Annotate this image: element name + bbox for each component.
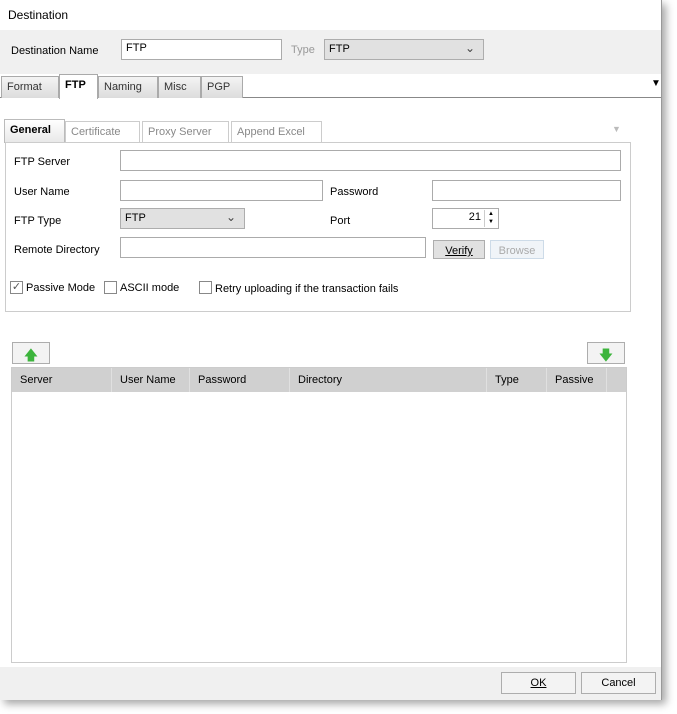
subtab-proxy-server[interactable]: Proxy Server xyxy=(142,121,229,142)
user-name-input[interactable] xyxy=(120,180,323,201)
chevron-down-icon: ⌄ xyxy=(225,210,236,224)
column-directory[interactable]: Directory xyxy=(290,368,487,392)
cancel-label: Cancel xyxy=(601,677,636,689)
passive-mode-checkbox[interactable]: ✓ xyxy=(10,281,23,294)
subtab-append-excel[interactable]: Append Excel xyxy=(231,121,322,142)
destination-dialog: Destination Destination Name FTP Type FT… xyxy=(0,0,662,700)
ascii-mode-checkbox[interactable] xyxy=(104,281,117,294)
column-user-name[interactable]: User Name xyxy=(112,368,190,392)
ok-label: OK xyxy=(530,677,547,689)
grid-header: Server User Name Password Directory Type… xyxy=(12,368,626,392)
header-bar: Destination Name FTP Type FTP ⌄ xyxy=(0,30,661,74)
chevron-down-icon: ⌄ xyxy=(464,41,475,55)
ftp-type-value: FTP xyxy=(125,212,146,224)
main-tabs: Format FTP Naming Misc PGP ▼ xyxy=(0,74,661,99)
green-up-arrow-icon: 🡅 xyxy=(23,347,39,363)
ftp-type-label: FTP Type xyxy=(14,215,62,227)
user-name-label: User Name xyxy=(14,186,70,198)
tab-naming[interactable]: Naming xyxy=(98,76,158,98)
tab-format[interactable]: Format xyxy=(1,76,59,98)
port-spin-arrows-icon[interactable]: ▲ ▼ xyxy=(484,210,497,227)
port-label: Port xyxy=(330,215,351,227)
browse-button[interactable]: Browse xyxy=(490,240,544,259)
ok-button[interactable]: OK xyxy=(501,672,576,694)
tab-overflow-arrow-icon[interactable]: ▼ xyxy=(651,78,661,89)
retry-upload-label: Retry uploading if the transaction fails xyxy=(215,283,399,295)
remote-directory-label: Remote Directory xyxy=(14,244,100,256)
move-up-button[interactable]: 🡅 xyxy=(12,342,50,364)
subtab-general[interactable]: General xyxy=(4,119,65,143)
passive-mode-label: Passive Mode xyxy=(26,282,96,294)
subtab-overflow-arrow-icon[interactable]: ▼ xyxy=(612,124,621,134)
tab-pgp[interactable]: PGP xyxy=(201,76,243,98)
cancel-button[interactable]: Cancel xyxy=(581,672,656,694)
tab-misc[interactable]: Misc xyxy=(158,76,201,98)
column-server[interactable]: Server xyxy=(12,368,112,392)
retry-upload-checkbox[interactable] xyxy=(199,281,212,294)
subtab-certificate[interactable]: Certificate xyxy=(65,121,140,142)
ascii-mode-label: ASCII mode xyxy=(120,282,180,294)
column-passive[interactable]: Passive xyxy=(547,368,607,392)
remote-directory-input[interactable] xyxy=(120,237,426,258)
dialog-footer: OK Cancel xyxy=(0,667,661,700)
password-label: Password xyxy=(330,186,379,198)
tab-ftp[interactable]: FTP xyxy=(59,74,98,99)
type-label: Type xyxy=(291,44,315,56)
window-title: Destination xyxy=(8,8,69,22)
destination-name-label: Destination Name xyxy=(11,45,99,57)
destination-name-input[interactable]: FTP xyxy=(121,39,282,60)
type-value: FTP xyxy=(329,43,350,55)
ftp-server-input[interactable] xyxy=(120,150,621,171)
ftp-server-label: FTP Server xyxy=(14,156,71,168)
verify-button[interactable]: Verify xyxy=(433,240,485,259)
type-select[interactable]: FTP ⌄ xyxy=(324,39,484,60)
ftp-type-select[interactable]: FTP ⌄ xyxy=(120,208,245,229)
ftp-servers-grid[interactable]: Server User Name Password Directory Type… xyxy=(11,367,627,663)
move-down-button[interactable]: 🡇 xyxy=(587,342,625,364)
column-type[interactable]: Type xyxy=(487,368,547,392)
column-password[interactable]: Password xyxy=(190,368,290,392)
password-input[interactable] xyxy=(432,180,621,201)
green-down-arrow-icon: 🡇 xyxy=(598,347,614,363)
